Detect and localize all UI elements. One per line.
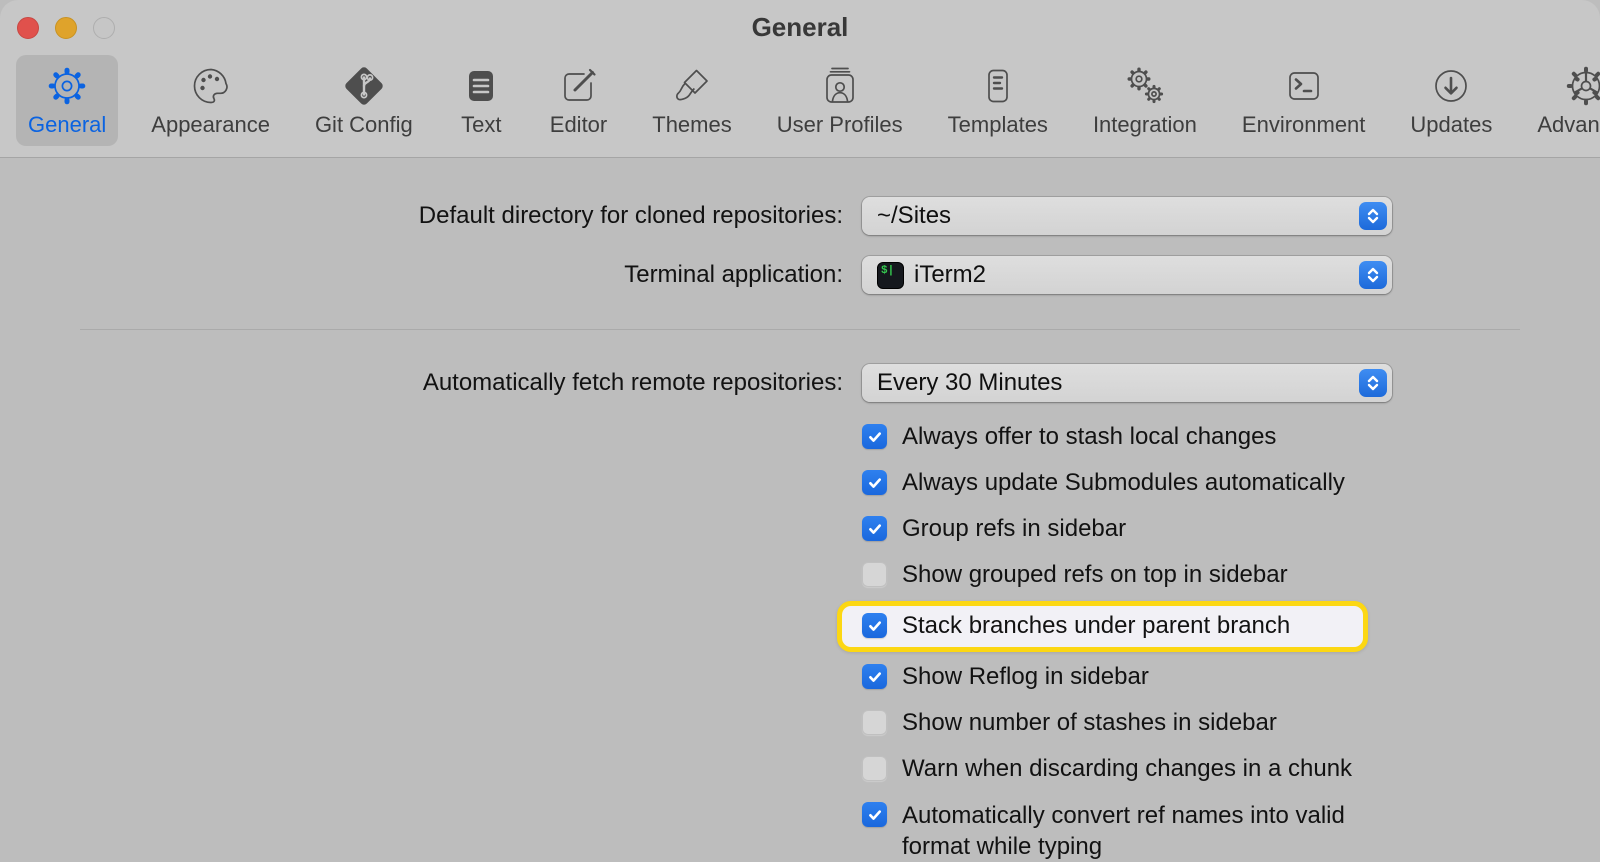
general-pane: Default directory for cloned repositorie… [0, 159, 1600, 862]
id-card-icon [816, 62, 863, 109]
checkbox-unchecked[interactable] [862, 710, 887, 735]
checkbox-row[interactable]: Show grouped refs on top in sidebar [862, 561, 1482, 590]
two-gears-icon [1121, 62, 1168, 109]
tab-label: Advanced [1537, 112, 1600, 138]
palette-icon [187, 62, 234, 109]
checkbox-checked[interactable] [862, 802, 887, 827]
stepper-chevrons-icon [1359, 369, 1387, 397]
default-directory-row: Default directory for cloned repositorie… [0, 197, 1600, 235]
tab-environment[interactable]: Environment [1230, 55, 1378, 146]
checkbox-label: Stack branches under parent branch [902, 611, 1290, 641]
tab-user-profiles[interactable]: User Profiles [765, 55, 915, 146]
tab-integration[interactable]: Integration [1081, 55, 1209, 146]
checkbox-label: Show Reflog in sidebar [902, 662, 1149, 692]
checkbox-label: Warn when discarding changes in a chunk [902, 754, 1352, 784]
checkbox-row[interactable]: Warn when discarding changes in a chunk [862, 755, 1482, 784]
tab-updates[interactable]: Updates [1398, 55, 1504, 146]
stepper-chevrons-icon [1359, 202, 1387, 230]
preferences-tab-bar: General Appearance Git Config Text Editor The… [16, 55, 1590, 146]
checkbox-label: Automatically convert ref names into val… [902, 800, 1382, 862]
checkbox-checked[interactable] [862, 516, 887, 541]
checkbox-unchecked[interactable] [862, 562, 887, 587]
checkbox-label: Always update Submodules automatically [902, 468, 1345, 498]
terminal-application-label: Terminal application: [624, 261, 843, 289]
titlebar-toolbar: General General Appearance Git Config Text E… [0, 0, 1600, 158]
tab-appearance[interactable]: Appearance [139, 55, 282, 146]
tab-git-config[interactable]: Git Config [303, 55, 425, 146]
checkbox-row[interactable]: Always offer to stash local changes [862, 423, 1482, 452]
tab-label: Integration [1093, 112, 1197, 138]
tab-label: Text [461, 112, 501, 138]
checkbox-label: Always offer to stash local changes [902, 422, 1276, 452]
tab-text[interactable]: Text [446, 55, 517, 146]
tab-label: Git Config [315, 112, 413, 138]
checkbox-row[interactable]: Group refs in sidebar [862, 515, 1482, 544]
iterm2-app-icon: $| [877, 262, 904, 289]
terminal-application-value: iTerm2 [914, 261, 986, 289]
default-directory-select[interactable]: ~/Sites [862, 197, 1392, 235]
auto-fetch-value: Every 30 Minutes [877, 369, 1062, 397]
tab-general[interactable]: General [16, 55, 118, 146]
tab-label: General [28, 112, 106, 138]
section-divider [80, 329, 1520, 330]
tab-label: User Profiles [777, 112, 903, 138]
checkbox-checked[interactable] [862, 470, 887, 495]
checkbox-list: Always offer to stash local changes Alway… [862, 423, 1482, 862]
tab-label: Appearance [151, 112, 270, 138]
checkbox-label: Show grouped refs on top in sidebar [902, 560, 1288, 590]
default-directory-label: Default directory for cloned repositorie… [419, 202, 843, 230]
stepper-chevrons-icon [1359, 261, 1387, 289]
checkbox-checked[interactable] [862, 613, 887, 638]
git-logo-icon [340, 62, 387, 109]
checkbox-unchecked[interactable] [862, 756, 887, 781]
tab-advanced[interactable]: Advanced [1525, 55, 1600, 146]
checkbox-row[interactable]: Automatically convert ref names into val… [862, 801, 1482, 862]
tab-label: Templates [948, 112, 1048, 138]
checkbox-checked[interactable] [862, 664, 887, 689]
checkbox-row[interactable]: Show Reflog in sidebar [862, 663, 1482, 692]
download-circle-icon [1428, 62, 1475, 109]
gear-icon [44, 62, 91, 109]
auto-fetch-label: Automatically fetch remote repositories: [423, 369, 843, 397]
tab-editor[interactable]: Editor [538, 55, 619, 146]
default-directory-value: ~/Sites [877, 202, 951, 230]
auto-fetch-row: Automatically fetch remote repositories:… [0, 364, 1600, 402]
paintbrush-icon [668, 62, 715, 109]
auto-fetch-select[interactable]: Every 30 Minutes [862, 364, 1392, 402]
tab-label: Updates [1410, 112, 1492, 138]
checkbox-row[interactable]: Always update Submodules automatically [862, 469, 1482, 498]
checkbox-label: Group refs in sidebar [902, 514, 1126, 544]
advanced-cog-icon [1563, 62, 1600, 109]
checkbox-checked[interactable] [862, 424, 887, 449]
tab-templates[interactable]: Templates [936, 55, 1060, 146]
terminal-icon [1280, 62, 1327, 109]
tab-themes[interactable]: Themes [640, 55, 743, 146]
square-pencil-icon [555, 62, 602, 109]
window-title: General [0, 12, 1600, 43]
tab-label: Editor [550, 112, 607, 138]
checkbox-label: Show number of stashes in sidebar [902, 708, 1277, 738]
tab-label: Environment [1242, 112, 1366, 138]
checkbox-row[interactable]: Show number of stashes in sidebar [862, 709, 1482, 738]
terminal-application-row: Terminal application: $| iTerm2 [0, 256, 1600, 294]
tab-label: Themes [652, 112, 731, 138]
text-document-icon [458, 62, 505, 109]
checkbox-row-highlighted[interactable]: Stack branches under parent branch [837, 601, 1368, 652]
template-doc-icon [974, 62, 1021, 109]
terminal-application-select[interactable]: $| iTerm2 [862, 256, 1392, 294]
